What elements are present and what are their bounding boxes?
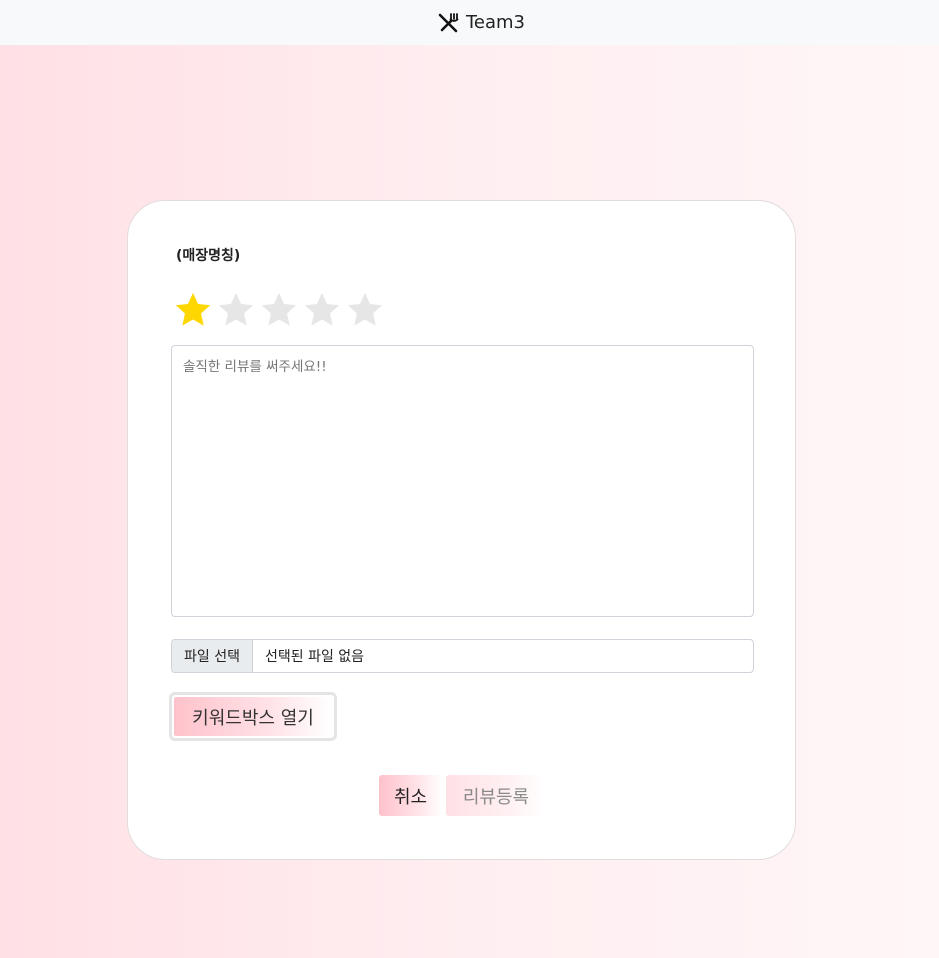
file-status-text: 선택된 파일 없음 xyxy=(264,649,365,665)
submit-review-button[interactable]: 리뷰등록 xyxy=(446,775,546,816)
choose-file-button[interactable]: 파일 선택 xyxy=(172,640,253,672)
star-icon[interactable] xyxy=(215,289,257,331)
review-card: (매장명칭) 파일 선택 선택된 파일 없음 키워드박스 열기 취소 리뷰등록 xyxy=(127,200,796,860)
open-keyword-box-button[interactable]: 키워드박스 열기 xyxy=(169,692,337,741)
file-input[interactable]: 파일 선택 선택된 파일 없음 xyxy=(171,639,754,673)
form-actions: 취소 리뷰등록 xyxy=(379,775,546,816)
cancel-button[interactable]: 취소 xyxy=(379,775,442,816)
review-textarea[interactable] xyxy=(171,345,754,617)
star-icon[interactable] xyxy=(172,289,214,331)
store-name: (매장명칭) xyxy=(176,248,241,264)
brand-label: Team3 xyxy=(465,12,526,33)
star-icon[interactable] xyxy=(301,289,343,331)
star-icon[interactable] xyxy=(258,289,300,331)
open-keyword-box-label: 키워드박스 열기 xyxy=(174,697,332,736)
utensils-crossed-icon xyxy=(438,12,459,32)
star-rating[interactable] xyxy=(172,289,386,331)
brand-link[interactable]: Team3 xyxy=(436,11,525,35)
top-navbar: Team3 xyxy=(0,0,939,45)
star-icon[interactable] xyxy=(344,289,386,331)
